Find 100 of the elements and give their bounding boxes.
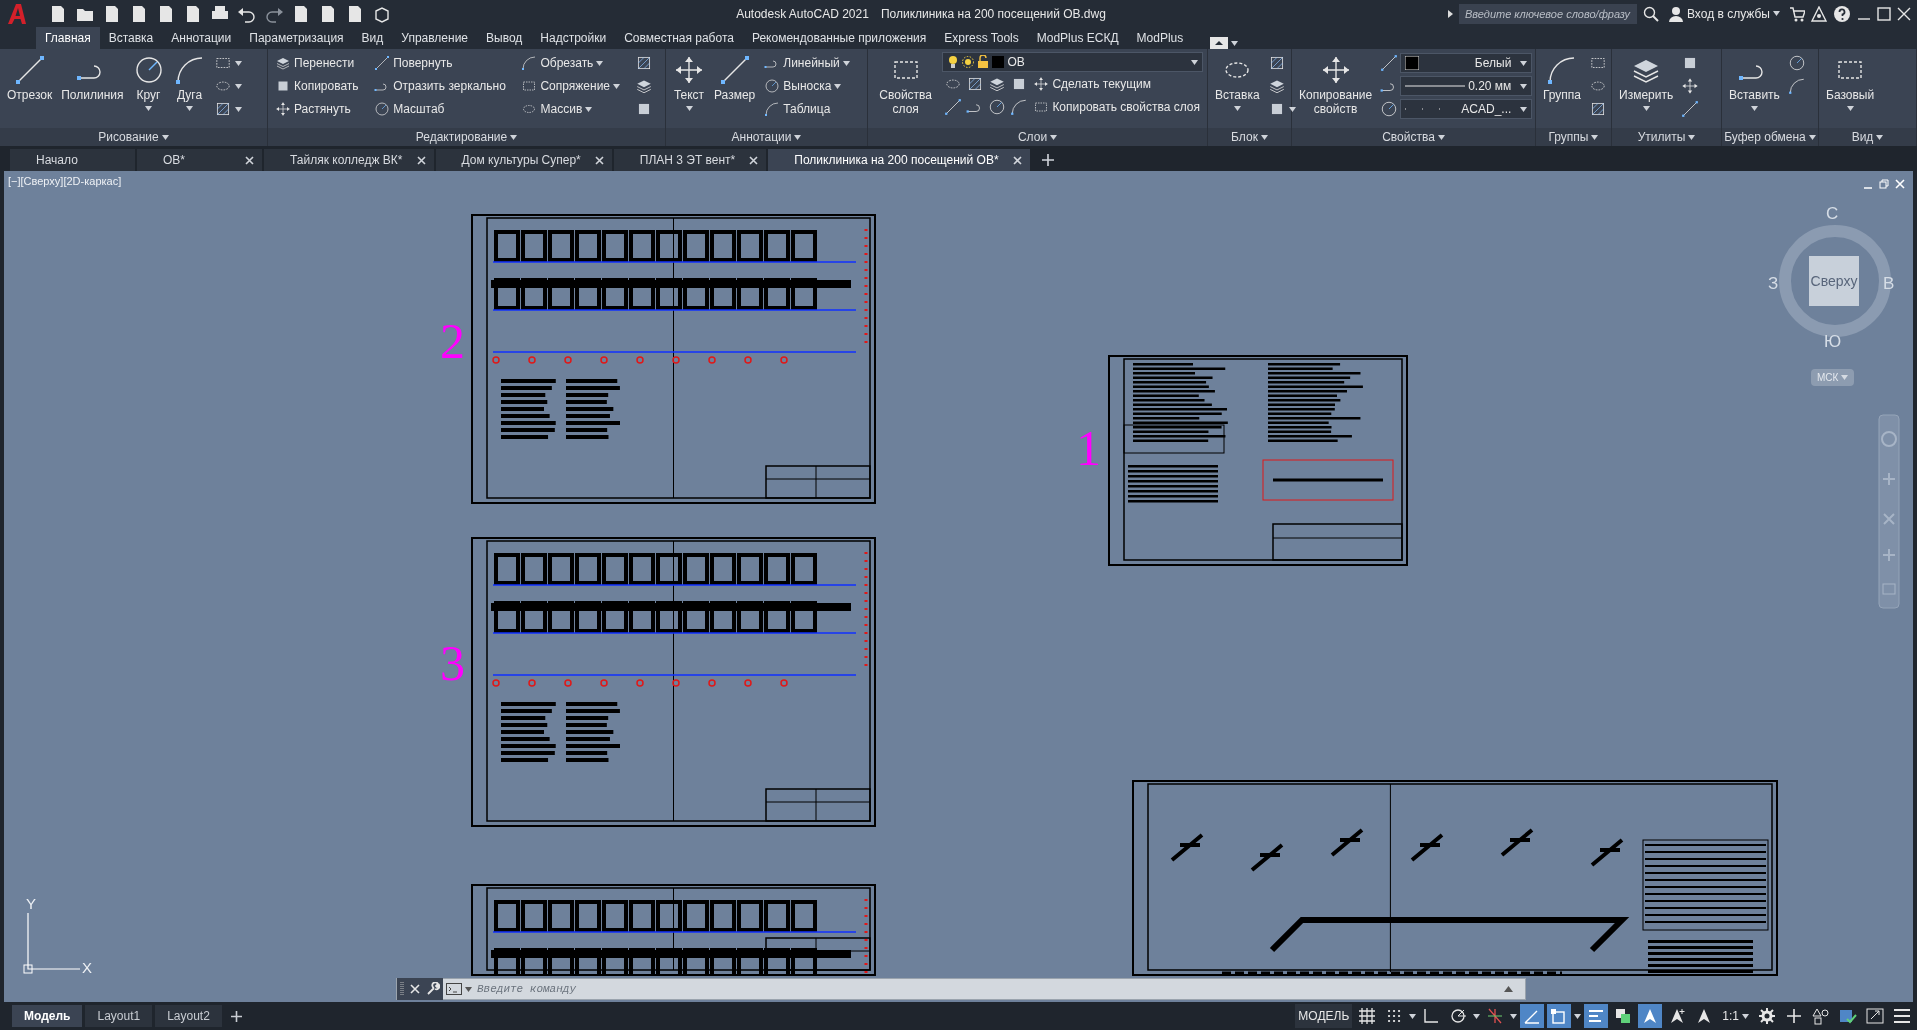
large-tool-button[interactable]: Группа [1540, 52, 1585, 105]
large-tool-button[interactable]: Полилиния [58, 52, 127, 105]
document-tab[interactable]: Начало [10, 149, 135, 171]
tool-button[interactable]: Линейный [761, 52, 863, 74]
ribbon-tab[interactable]: Управление [392, 27, 477, 49]
plus-icon[interactable] [230, 1010, 242, 1022]
restore-icon[interactable] [1879, 179, 1889, 189]
close-icon[interactable] [410, 984, 420, 994]
panel-title[interactable]: Группы [1536, 128, 1611, 146]
large-tool-button[interactable]: Свойства слоя [872, 52, 940, 119]
tool-button[interactable]: Повернуть [371, 52, 516, 74]
circle-icon [1787, 54, 1806, 72]
search-field[interactable]: Введите ключевое слово/фразу [1459, 3, 1637, 24]
model-space-button[interactable]: МОДЕЛЬ [1295, 1004, 1353, 1028]
panel-title[interactable]: Слои [868, 128, 1207, 146]
status-toggle-button[interactable] [1547, 1004, 1572, 1028]
maximize-icon[interactable] [1877, 6, 1891, 21]
layout-tab[interactable]: Layout1 [85, 1005, 153, 1027]
close-icon[interactable] [1897, 6, 1911, 21]
large-tool-button[interactable]: Текст [670, 52, 708, 113]
prompt-icon[interactable] [446, 983, 462, 995]
ribbon-tab[interactable]: Аннотации [162, 27, 241, 49]
large-tool-button[interactable]: Копирование свойств [1296, 52, 1376, 119]
viewport-label[interactable]: [−][Сверху][2D-каркас] [8, 173, 122, 190]
plus-icon[interactable] [1041, 154, 1054, 166]
panel-title[interactable]: Свойства [1292, 128, 1535, 146]
wrench-icon[interactable] [426, 982, 440, 996]
caret-icon [510, 134, 518, 140]
panel-title[interactable]: Буфер обмена [1722, 128, 1818, 146]
close-icon[interactable] [245, 155, 254, 165]
close-icon[interactable] [416, 155, 426, 165]
caret-icon [1574, 1013, 1582, 1019]
caret-icon [1233, 105, 1241, 111]
command-input[interactable]: Введите команду [475, 979, 1504, 999]
document-tab[interactable]: Дом культуры Супер* [435, 149, 612, 171]
large-tool-button[interactable]: Базовый [1823, 52, 1878, 113]
cross-arrows-icon [1033, 76, 1050, 92]
document-tab[interactable]: Поликлиника на 200 посещений ОВ* [768, 149, 1030, 171]
panel-title[interactable]: Рисование [0, 128, 267, 146]
arc-icon [1787, 77, 1806, 95]
ribbon-tab[interactable]: Совместная работа [615, 27, 743, 49]
close-icon[interactable] [749, 155, 759, 165]
caret-icon [1742, 1013, 1749, 1019]
ribbon-tab[interactable]: Express Tools [935, 27, 1028, 49]
tool-button[interactable]: Перенести [272, 52, 369, 74]
ribbon-tab[interactable]: Главная [36, 27, 100, 49]
status-toggle-button[interactable] [1520, 1004, 1545, 1028]
ribbon-tab[interactable]: ModPlus [1127, 27, 1193, 49]
ribbon-tab[interactable]: Рекомендованные приложения [742, 27, 936, 49]
tool-button[interactable]: Копировать свойства слоя [1030, 96, 1203, 118]
view-cube-face[interactable]: Сверху [1809, 256, 1859, 306]
large-tool-button[interactable]: Вставить [1726, 52, 1783, 113]
document-tab[interactable]: Тайляк колледж ВК* [264, 149, 434, 171]
tool-button[interactable]: Сопряжение [518, 75, 630, 97]
dropdown[interactable]: 0.20 мм [1400, 76, 1533, 96]
tool-button[interactable]: Таблица [761, 98, 863, 120]
layout-tab[interactable]: Модель [12, 1005, 83, 1027]
large-tool-button[interactable]: Измерить [1616, 52, 1677, 113]
tool-button[interactable]: Обрезать [518, 52, 630, 74]
caret-icon [1591, 134, 1599, 140]
ribbon-tab[interactable]: Вид [352, 27, 393, 49]
ribbon-tab[interactable]: ModPlus ЕСКД [1027, 27, 1128, 49]
document-tab[interactable]: ПЛАН 3 ЭТ вент* [613, 149, 767, 171]
large-tool-button[interactable]: Дуга [170, 52, 209, 113]
ribbon-tab[interactable]: Надстройки [531, 27, 616, 49]
tool-button[interactable]: Растянуть [272, 98, 369, 120]
dropdown[interactable]: Белый [1400, 53, 1533, 73]
caret-icon [1191, 59, 1198, 65]
tool-button[interactable]: Отразить зеркально [371, 75, 516, 97]
tool-button[interactable]: Массив [518, 98, 630, 120]
caret-icon [1520, 106, 1528, 112]
panel-title[interactable]: Редактирование [268, 128, 665, 146]
tool-button[interactable]: Копировать [272, 75, 369, 97]
close-icon[interactable] [594, 155, 604, 165]
dropdown[interactable]: ACAD_... [1400, 99, 1533, 119]
tool-button[interactable]: Масштаб [371, 98, 516, 120]
large-tool-button[interactable]: Размер [711, 52, 759, 105]
ribbon-tab[interactable]: Вывод [477, 27, 532, 49]
ribbon-tab[interactable]: Вставка [99, 27, 163, 49]
large-tool-button[interactable]: Круг [129, 52, 168, 113]
panel-title[interactable]: Утилиты [1612, 128, 1721, 146]
tool-button[interactable]: Выноска [761, 75, 863, 97]
panel-toggle-icon[interactable] [1210, 37, 1229, 49]
caret-icon [465, 986, 472, 992]
status-toggle-button[interactable] [1638, 1004, 1663, 1028]
document-tab[interactable]: ОВ* [137, 149, 262, 171]
tool-button[interactable]: Сделать текущим [1030, 73, 1155, 95]
sign-in-button[interactable]: Вход в службы [1665, 2, 1783, 25]
caret-up-icon[interactable] [1504, 986, 1513, 992]
large-tool-button[interactable]: Вставка [1212, 52, 1263, 113]
ribbon-tab[interactable]: Параметризация [240, 27, 353, 49]
scale-button[interactable]: 1:1 [1719, 1004, 1752, 1028]
panel-title[interactable]: Аннотации [666, 128, 867, 146]
dropdown[interactable]: ОВ [942, 52, 1203, 72]
panel-title[interactable]: Вид [1819, 128, 1916, 146]
panel-title[interactable]: Блок [1208, 128, 1291, 146]
close-icon[interactable] [1012, 155, 1022, 165]
status-toggle-button[interactable] [1584, 1004, 1609, 1028]
large-tool-button[interactable]: Отрезок [4, 52, 56, 105]
layout-tab[interactable]: Layout2 [155, 1005, 222, 1027]
